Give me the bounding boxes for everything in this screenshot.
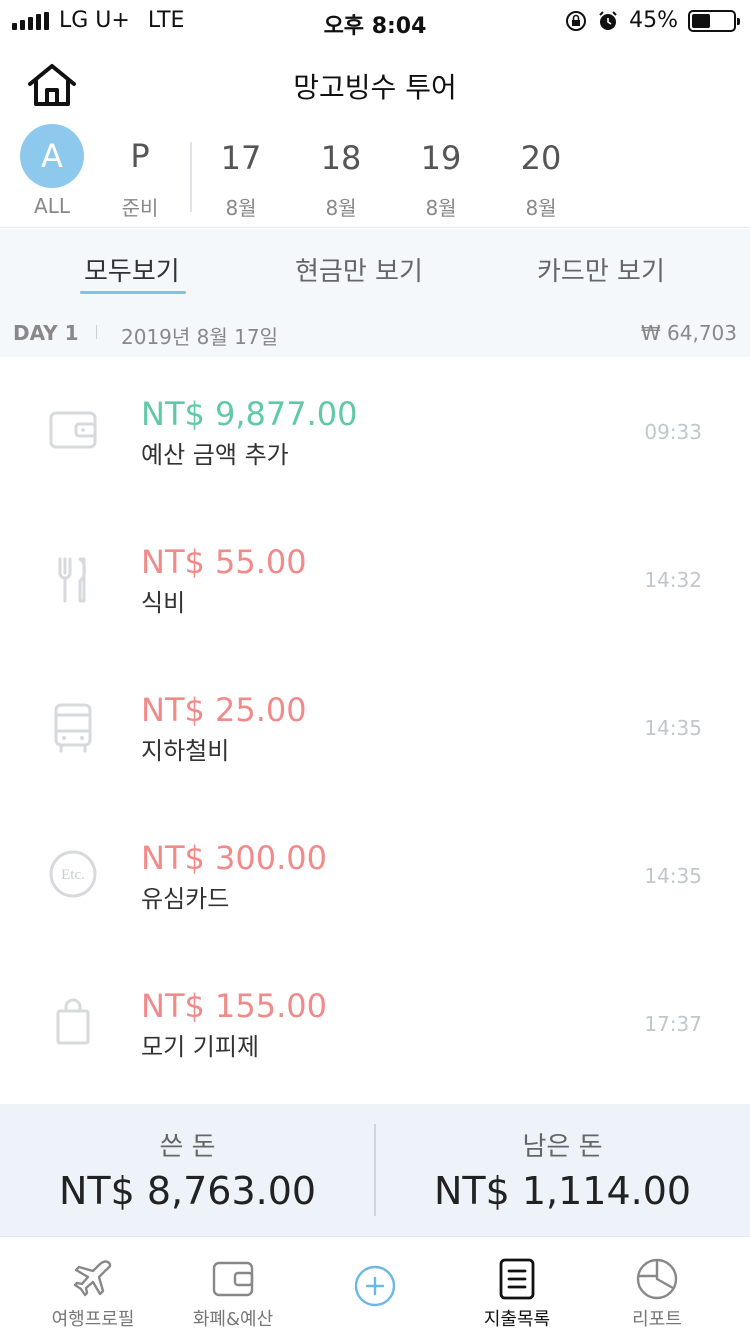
status-right: 45% (565, 8, 740, 33)
tab-card[interactable]: 카드만 보기 (537, 251, 665, 288)
day-month: 8월 (525, 196, 557, 220)
wallet-icon (49, 411, 97, 449)
nav-currency[interactable]: 화폐&예산 (158, 1237, 308, 1334)
fork-knife-icon (58, 557, 86, 603)
transaction-amount: NT$ 9,877.00 (141, 395, 358, 433)
day-number: 19 (420, 139, 462, 177)
day-tab-19[interactable]: 19 8월 (391, 124, 491, 228)
day-date: 2019년 8월 17일 (121, 325, 278, 349)
day-number: 18 (320, 139, 362, 177)
bottom-nav: 여행프로필 화폐&예산 지출목록 리포트 (0, 1236, 750, 1334)
day-month: 8월 (425, 196, 457, 220)
day-number: 20 (520, 139, 562, 177)
airplane-icon (73, 1260, 112, 1297)
transaction-amount: NT$ 300.00 (141, 839, 327, 877)
spent-value: NT$ 8,763.00 (58, 1169, 317, 1213)
bus-icon (54, 703, 92, 753)
header: 망고빙수 투어 (0, 42, 750, 124)
nav-report[interactable]: 리포트 (582, 1237, 732, 1334)
day-month: 8월 (325, 196, 357, 220)
day-total: ₩ 64,703 (640, 321, 737, 345)
transaction-amount: NT$ 155.00 (141, 987, 327, 1025)
day-tab-17[interactable]: 17 8월 (191, 124, 291, 228)
all-circle: A (20, 124, 84, 188)
nav-profile[interactable]: 여행프로필 (18, 1237, 168, 1334)
battery-icon (688, 9, 740, 32)
battery-percent: 45% (629, 8, 678, 33)
spent-label: 쓴 돈 (159, 1132, 216, 1162)
status-bar: LG U+ LTE 오후 8:04 45% (0, 0, 750, 42)
transaction-label: 모기 기피제 (141, 1033, 260, 1061)
rotation-lock-icon (566, 10, 587, 31)
transaction-time: 17:37 (644, 1012, 702, 1036)
nav-label: 여행프로필 (51, 1309, 135, 1330)
transaction-amount: NT$ 25.00 (141, 691, 307, 729)
remaining-value: NT$ 1,114.00 (433, 1169, 692, 1213)
transaction-list: NT$ 9,877.00 예산 금액 추가 09:33 NT$ 55.00 식비… (0, 357, 750, 1103)
transaction-row[interactable]: NT$ 25.00 지하철비 14:35 (0, 653, 750, 801)
transaction-row[interactable]: NT$ 55.00 식비 14:32 (0, 505, 750, 653)
spent-summary: 쓴 돈 NT$ 8,763.00 (0, 1104, 375, 1236)
nav-label: 리포트 (632, 1309, 682, 1330)
list-document-icon (499, 1258, 535, 1300)
day-tab-label: ALL (34, 194, 70, 218)
day-tab-20[interactable]: 20 8월 (491, 124, 591, 228)
tab-cash[interactable]: 현금만 보기 (295, 251, 423, 288)
remaining-summary: 남은 돈 NT$ 1,114.00 (375, 1104, 750, 1236)
day-separator (96, 325, 97, 339)
day-tab-18[interactable]: 18 8월 (291, 124, 391, 228)
nav-label: 화폐&예산 (192, 1309, 274, 1330)
day-number: 17 (220, 139, 262, 177)
nav-label: 지출목록 (483, 1309, 551, 1330)
tab-active-underline (80, 291, 186, 294)
transaction-time: 09:33 (644, 420, 702, 444)
day-tab-all[interactable]: A ALL (2, 124, 102, 228)
transaction-time: 14:32 (644, 568, 702, 592)
summary-bar: 쓴 돈 NT$ 8,763.00 남은 돈 NT$ 1,114.00 (0, 1104, 750, 1236)
transaction-label: 지하철비 (141, 737, 230, 765)
wallet-icon (212, 1261, 254, 1297)
etc-icon: Etc. (49, 850, 97, 898)
nav-expense-list[interactable]: 지출목록 (442, 1237, 592, 1334)
alarm-icon (599, 10, 617, 30)
day-header: DAY 1 2019년 8월 17일 ₩ 64,703 (0, 309, 750, 357)
transaction-row[interactable]: NT$ 155.00 모기 기피제 17:37 (0, 949, 750, 1097)
remaining-label: 남은 돈 (522, 1132, 603, 1162)
pie-chart-icon (636, 1258, 678, 1300)
nav-add[interactable] (300, 1237, 450, 1334)
transaction-label: 식비 (141, 589, 186, 617)
transaction-label: 예산 금액 추가 (141, 441, 289, 469)
day-tab-prep[interactable]: P 준비 (90, 124, 190, 228)
shopping-bag-icon (56, 998, 90, 1045)
transaction-row[interactable]: NT$ 9,877.00 예산 금액 추가 09:33 (0, 357, 750, 505)
day-month: 8월 (225, 196, 257, 220)
transaction-label: 유심카드 (141, 885, 230, 913)
trip-title: 망고빙수 투어 (293, 71, 457, 104)
transaction-row[interactable]: Etc. NT$ 300.00 유심카드 14:35 (0, 801, 750, 949)
transaction-time: 14:35 (644, 716, 702, 740)
svg-text:Etc.: Etc. (61, 867, 85, 883)
tab-all[interactable]: 모두보기 (84, 251, 180, 288)
filter-tabs: 모두보기 현금만 보기 카드만 보기 (0, 229, 750, 309)
day-tab-letter: P (130, 137, 150, 175)
day-tab-label: 준비 (121, 196, 159, 220)
day-selector: A ALL P 준비 17 8월 18 8월 19 8월 20 8월 (0, 124, 750, 228)
day-label: DAY 1 (13, 321, 79, 345)
add-circle-icon (354, 1265, 396, 1307)
transaction-time: 14:35 (644, 864, 702, 888)
transaction-amount: NT$ 55.00 (141, 543, 307, 581)
